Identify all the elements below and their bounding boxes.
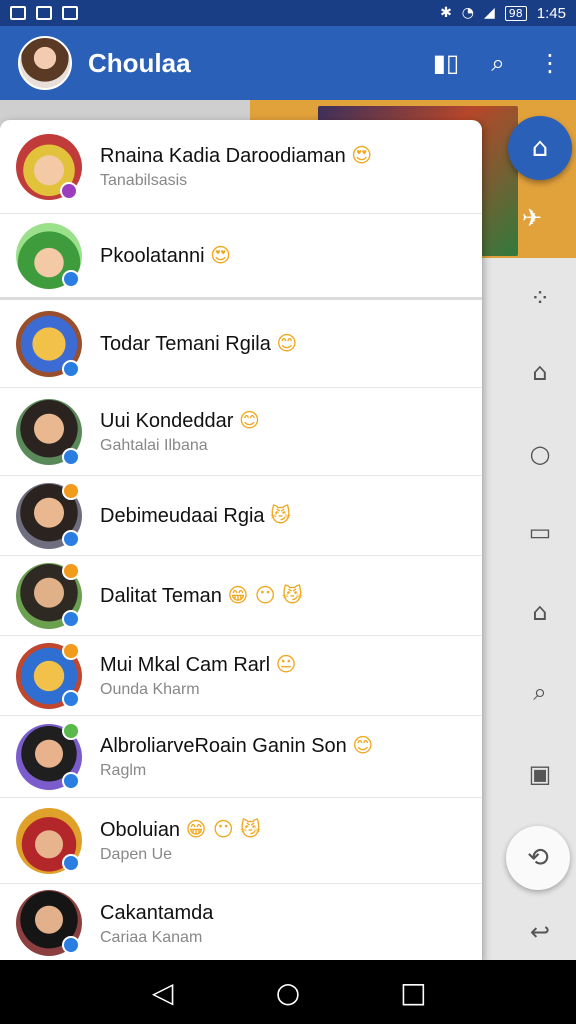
list-item[interactable]: AlbroliarveRoain Ganin Son 😊 Raglm (0, 716, 482, 798)
columns-icon[interactable]: ▮▯ (420, 37, 472, 89)
contact-subtitle: Dapen Ue (100, 846, 173, 863)
plane-icon: ✈ (522, 204, 543, 232)
contact-subtitle: Tanabilsasis (100, 172, 188, 189)
window-icon[interactable]: ▭ (524, 516, 556, 548)
home-button-icon[interactable]: ○ (264, 976, 312, 1009)
status-badge (62, 722, 80, 740)
store-fab[interactable]: ⌂ (508, 116, 572, 180)
status-badge (62, 854, 80, 872)
status-bar: ✱ ◔ ◢ 98 1:45 (0, 0, 576, 26)
system-nav-bar: ◁ ○ □ (0, 960, 576, 1024)
list-item[interactable]: Oboluian 😁 😶 😼 Dapen Ue (0, 798, 482, 884)
contact-name: Dalitat Teman 😁 😶 😼 (100, 583, 303, 607)
profile-avatar[interactable] (18, 36, 72, 90)
status-badge (62, 642, 80, 660)
clock: 1:45 (536, 4, 566, 22)
status-badge (62, 610, 80, 628)
list-item[interactable]: Mui Mkal Cam Rarl 😐 Ounda Kharm (0, 636, 482, 716)
contact-name: Todar Temani Rgila 😊 (100, 331, 298, 355)
contact-name: Debimeudaai Rgia 😼 (100, 503, 291, 527)
list-item[interactable]: Uui Kondeddar 😊 Gahtalai Ilbana (0, 388, 482, 476)
contact-name: Oboluian 😁 😶 😼 (100, 817, 261, 841)
status-badge (60, 182, 78, 200)
status-badge (62, 360, 80, 378)
overflow-menu-icon[interactable]: ⋮ (524, 37, 576, 89)
status-badge (62, 936, 80, 954)
contact-name: Mui Mkal Cam Rarl 😐 (100, 652, 297, 676)
camera-icon (36, 6, 52, 20)
search-icon[interactable]: ○ (524, 438, 556, 470)
contact-name: Cakantamda (100, 901, 214, 924)
contact-name: Rnaina Kadia Daroodiaman 😍 (100, 143, 373, 167)
battery-indicator: 98 (504, 5, 527, 21)
recents-icon[interactable]: □ (389, 976, 437, 1009)
contacts-list: Rnaina Kadia Daroodiaman 😍 Tanabilsasis … (0, 120, 482, 962)
share-icon[interactable]: ↩ (524, 916, 556, 948)
vibrate-icon: ✱ (440, 5, 452, 21)
chat-search-fab[interactable]: ⟲ (506, 826, 570, 890)
contact-name: Pkoolatanni 😍 (100, 243, 231, 267)
search-icon[interactable]: ⌕ (472, 37, 524, 89)
back-icon[interactable]: ◁ (139, 976, 187, 1009)
list-item[interactable]: Todar Temani Rgila 😊 (0, 300, 482, 388)
status-badge (62, 690, 80, 708)
gallery-icon (10, 6, 26, 20)
contact-subtitle: Cariaa Kanam (100, 928, 203, 946)
status-badge (62, 482, 80, 500)
home-icon[interactable]: ⌂ (524, 356, 556, 388)
contact-subtitle: Raglm (100, 762, 147, 779)
home-icon[interactable]: ⌂ (524, 596, 556, 628)
status-badge (62, 772, 80, 790)
message-icon (62, 6, 78, 20)
status-badge (62, 530, 80, 548)
app-title: Choulaa (88, 47, 191, 78)
contact-subtitle: Ounda Kharm (100, 681, 200, 698)
list-item[interactable]: Cakantamda Cariaa Kanam (0, 884, 482, 962)
contact-subtitle: Gahtalai Ilbana (100, 437, 208, 454)
wifi-icon: ◔ (461, 5, 475, 21)
list-item[interactable]: Pkoolatanni 😍 (0, 214, 482, 300)
dots-icon[interactable]: ⁘ (524, 282, 556, 314)
list-item[interactable]: Rnaina Kadia Daroodiaman 😍 Tanabilsasis (0, 120, 482, 214)
search-icon[interactable]: ⌕ (524, 676, 556, 708)
contact-name: Uui Kondeddar 😊 (100, 408, 260, 432)
app-bar: Choulaa ▮▯ ⌕ ⋮ (0, 26, 576, 100)
contact-name: AlbroliarveRoain Ganin Son 😊 (100, 733, 374, 757)
list-item[interactable]: Debimeudaai Rgia 😼 (0, 476, 482, 556)
signal-icon: ◢ (484, 5, 495, 21)
status-badge (62, 448, 80, 466)
list-item[interactable]: Dalitat Teman 😁 😶 😼 (0, 556, 482, 636)
calendar-icon[interactable]: ▣ (524, 758, 556, 790)
status-badge (62, 562, 80, 580)
status-badge (62, 270, 80, 288)
